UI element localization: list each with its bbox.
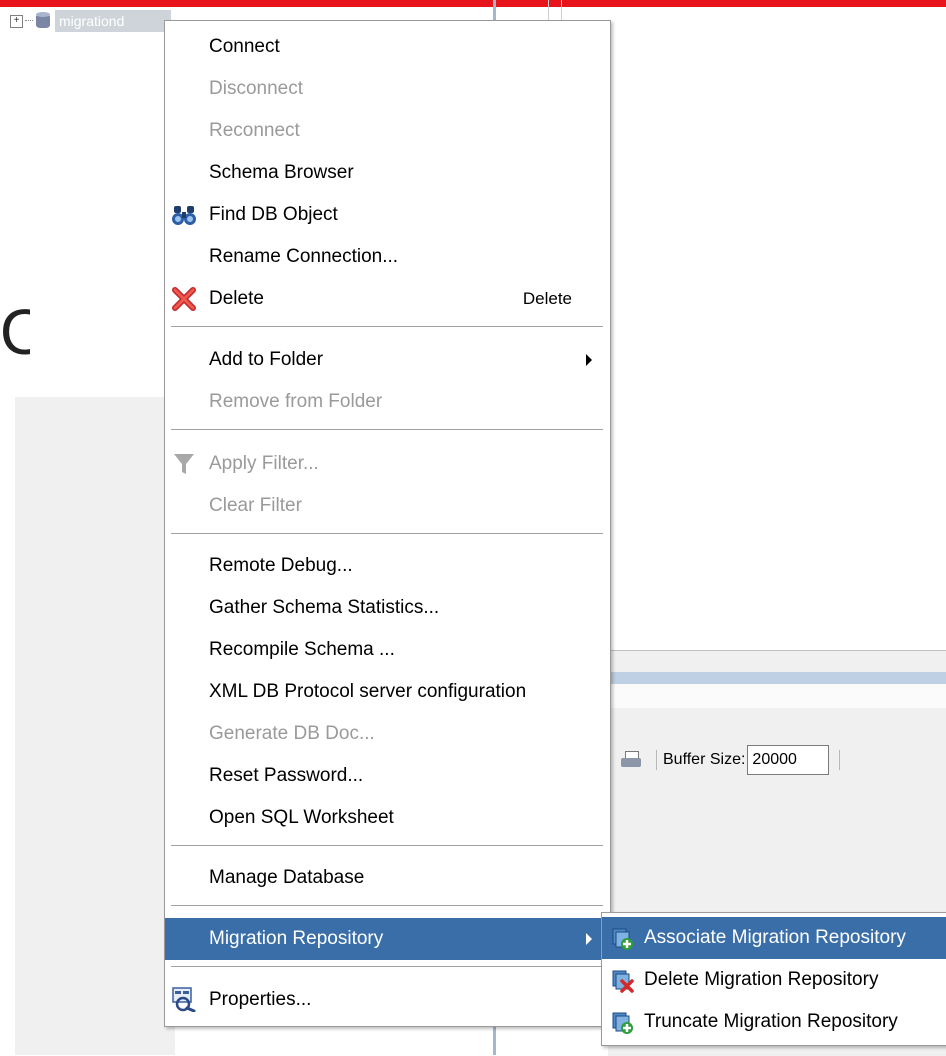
buffer-size-input[interactable] <box>747 745 830 775</box>
properties-icon <box>172 987 196 1012</box>
menu-item-label: Generate DB Doc... <box>209 723 375 744</box>
menu-separator <box>171 845 603 847</box>
truncate-repository-icon <box>612 1012 633 1034</box>
menu-separator <box>171 966 603 968</box>
binoculars-icon <box>172 206 196 225</box>
menu-item-label: Apply Filter... <box>209 453 319 474</box>
menu-item-label: Add to Folder <box>209 349 324 370</box>
menu-separator <box>171 533 603 535</box>
menu-item-find-db-object[interactable]: Find DB Object <box>165 194 610 236</box>
submenu-item-delete-repository[interactable]: Delete Migration Repository <box>602 959 946 1001</box>
output-panel-tabs <box>608 684 946 708</box>
submenu-item-associate-repository[interactable]: Associate Migration Repository <box>602 917 946 959</box>
menu-item-schema-browser[interactable]: Schema Browser <box>165 152 610 194</box>
menu-item-connect[interactable]: Connect <box>165 26 610 68</box>
menu-separator <box>171 429 603 431</box>
tree-node-connection[interactable]: + migrationd <box>10 10 171 32</box>
menu-item-label: Remove from Folder <box>209 391 383 412</box>
menu-item-reset-password[interactable]: Reset Password... <box>165 755 610 797</box>
menu-item-label: Reconnect <box>209 120 300 141</box>
submenu-item-label: Associate Migration Repository <box>644 927 906 948</box>
menu-item-delete[interactable]: Delete Delete <box>165 278 610 320</box>
toolbar-separator <box>656 750 657 770</box>
delete-repository-icon <box>612 970 634 993</box>
menu-item-label: Delete <box>209 288 264 309</box>
title-bar-accent <box>0 0 946 7</box>
background-letter: O <box>0 300 30 364</box>
red-x-icon <box>172 287 196 311</box>
expand-icon[interactable]: + <box>10 14 23 28</box>
connection-label[interactable]: migrationd <box>55 10 171 32</box>
menu-separator <box>171 905 603 907</box>
menu-item-gather-schema-statistics[interactable]: Gather Schema Statistics... <box>165 587 610 629</box>
menu-item-rename-connection[interactable]: Rename Connection... <box>165 236 610 278</box>
funnel-icon <box>174 454 194 474</box>
menu-item-label: Reset Password... <box>209 765 364 786</box>
menu-item-properties[interactable]: Properties... <box>165 979 610 1021</box>
submenu-arrow-icon <box>586 354 592 366</box>
menu-item-label: XML DB Protocol server configuration <box>209 681 527 702</box>
output-toolbar: Buffer Size: <box>620 745 841 775</box>
menu-item-open-sql-worksheet[interactable]: Open SQL Worksheet <box>165 797 610 839</box>
menu-item-label: Remote Debug... <box>209 555 353 576</box>
toolbar-separator <box>839 750 841 770</box>
menu-item-xml-db-protocol[interactable]: XML DB Protocol server configuration <box>165 671 610 713</box>
menu-item-migration-repository[interactable]: Migration Repository <box>165 918 610 960</box>
menu-item-remote-debug[interactable]: Remote Debug... <box>165 545 610 587</box>
menu-item-label: Clear Filter <box>209 495 302 516</box>
output-panel-header <box>608 672 946 684</box>
submenu-item-label: Delete Migration Repository <box>644 969 879 990</box>
menu-item-label: Recompile Schema ... <box>209 639 395 660</box>
menu-item-label: Find DB Object <box>209 204 338 225</box>
menu-item-label: Schema Browser <box>209 162 354 183</box>
menu-item-label: Open SQL Worksheet <box>209 807 394 828</box>
menu-item-add-to-folder[interactable]: Add to Folder <box>165 339 610 381</box>
menu-item-label: Manage Database <box>209 867 365 888</box>
associate-repository-icon <box>612 928 633 950</box>
menu-item-label: Gather Schema Statistics... <box>209 597 440 618</box>
menu-item-label: Disconnect <box>209 78 303 99</box>
menu-item-manage-database[interactable]: Manage Database <box>165 857 610 899</box>
database-icon <box>35 12 51 30</box>
menu-item-clear-filter[interactable]: Clear Filter <box>165 485 610 527</box>
buffer-size-label: Buffer Size: <box>663 751 746 768</box>
migration-repository-submenu: Associate Migration Repository Delete Mi… <box>601 912 946 1046</box>
menu-item-label: Migration Repository <box>209 928 384 949</box>
menu-item-label: Properties... <box>209 989 312 1010</box>
menu-separator <box>171 326 603 328</box>
menu-item-label: Connect <box>209 36 280 57</box>
menu-item-apply-filter[interactable]: Apply Filter... <box>165 443 610 485</box>
menu-item-recompile-schema[interactable]: Recompile Schema ... <box>165 629 610 671</box>
submenu-item-truncate-repository[interactable]: Truncate Migration Repository <box>602 1001 946 1043</box>
tree-connector <box>25 20 33 22</box>
menu-item-reconnect[interactable]: Reconnect <box>165 110 610 152</box>
printer-icon[interactable] <box>620 749 642 771</box>
menu-item-generate-db-doc[interactable]: Generate DB Doc... <box>165 713 610 755</box>
submenu-item-label: Truncate Migration Repository <box>644 1011 898 1032</box>
left-lower-panel <box>15 397 175 1055</box>
context-menu: Connect Disconnect Reconnect Schema Brow… <box>164 20 611 1027</box>
menu-item-remove-from-folder[interactable]: Remove from Folder <box>165 381 610 423</box>
submenu-arrow-icon <box>586 933 592 945</box>
menu-item-shortcut: Delete <box>522 289 572 308</box>
menu-item-disconnect[interactable]: Disconnect <box>165 68 610 110</box>
menu-item-label: Rename Connection... <box>209 246 399 267</box>
